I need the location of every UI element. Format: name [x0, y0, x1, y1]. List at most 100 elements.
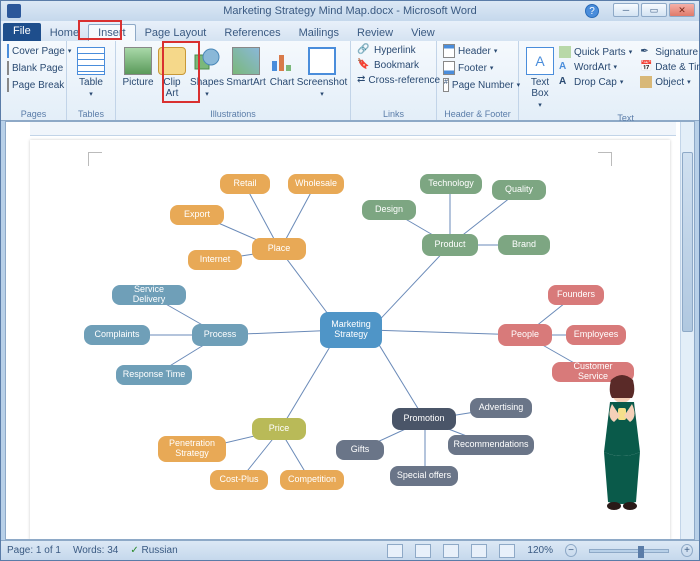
footer-button[interactable]: Footer ▾	[441, 60, 514, 76]
shapes-button[interactable]: Shapes ▾	[188, 43, 226, 101]
object-button[interactable]: Object ▾	[638, 75, 700, 89]
group-header-footer: Header ▾ Footer ▾ #Page Number ▾ Header …	[437, 41, 519, 120]
datetime-button[interactable]: 📅Date & Time	[638, 60, 700, 74]
view-fullscreen-button[interactable]	[415, 544, 431, 558]
picture-button[interactable]: Picture	[120, 43, 156, 101]
node-center[interactable]: Marketing Strategy	[320, 312, 382, 348]
node-wholesale[interactable]: Wholesale	[288, 174, 344, 194]
group-text: AText Box▾ Quick Parts ▾ AWordArt ▾ ADro…	[519, 41, 700, 120]
status-words[interactable]: Words: 34	[73, 545, 118, 556]
tab-references[interactable]: References	[215, 25, 289, 41]
node-design[interactable]: Design	[362, 200, 416, 220]
node-process[interactable]: Process	[192, 324, 248, 346]
textbox-button[interactable]: AText Box▾	[523, 43, 557, 112]
blank-page-button[interactable]: Blank Page	[5, 60, 62, 76]
wordart-icon: A	[559, 61, 571, 73]
page-icon	[7, 61, 9, 75]
group-tables: Table▾ Tables	[67, 41, 116, 120]
zoom-out-button[interactable]: −	[565, 544, 577, 557]
close-button[interactable]: ✕	[669, 3, 695, 17]
chart-button[interactable]: Chart	[266, 43, 298, 101]
pagenum-icon: #	[443, 78, 449, 92]
page-break-button[interactable]: Page Break	[5, 77, 62, 93]
sigline-button[interactable]: ✒Signature Line ▾	[638, 45, 700, 59]
scrollbar-thumb[interactable]	[682, 152, 693, 332]
bookmark-button[interactable]: 🔖Bookmark	[355, 58, 432, 72]
cover-page-button[interactable]: Cover Page ▾	[5, 43, 62, 59]
view-web-button[interactable]	[443, 544, 459, 558]
smartart-button[interactable]: SmartArt	[226, 43, 266, 101]
node-tech[interactable]: Technology	[420, 174, 482, 194]
hyperlink-button[interactable]: 🔗Hyperlink	[355, 43, 432, 57]
header-button[interactable]: Header ▾	[441, 43, 514, 59]
node-costplus[interactable]: Cost-Plus	[210, 470, 268, 490]
table-icon	[77, 47, 105, 75]
page-icon	[7, 44, 9, 58]
document-page[interactable]: Marketing Strategy Place Export Retail W…	[30, 140, 670, 540]
tab-pagelayout[interactable]: Page Layout	[136, 25, 216, 41]
break-icon	[7, 78, 9, 92]
view-draft-button[interactable]	[499, 544, 515, 558]
shapes-icon	[193, 47, 221, 75]
tab-file[interactable]: File	[3, 23, 41, 41]
pagenumber-button[interactable]: #Page Number ▾	[441, 77, 514, 93]
zoom-thumb[interactable]	[638, 546, 644, 558]
node-special[interactable]: Special offers	[390, 466, 458, 486]
node-brand[interactable]: Brand	[498, 235, 550, 255]
wordart-button[interactable]: AWordArt ▾	[557, 60, 634, 74]
view-outline-button[interactable]	[471, 544, 487, 558]
table-button[interactable]: Table▾	[71, 43, 111, 101]
minimize-button[interactable]: ─	[613, 3, 639, 17]
node-advertising[interactable]: Advertising	[470, 398, 532, 418]
quickparts-button[interactable]: Quick Parts ▾	[557, 45, 634, 59]
status-lang[interactable]: ✓ Russian	[130, 545, 177, 556]
vertical-scrollbar[interactable]	[680, 122, 694, 539]
node-employees[interactable]: Employees	[566, 325, 626, 345]
zoom-in-button[interactable]: +	[681, 544, 693, 557]
node-price[interactable]: Price	[252, 418, 306, 440]
crossref-button[interactable]: ⇄Cross-reference	[355, 73, 432, 87]
maximize-button[interactable]: ▭	[641, 3, 667, 17]
status-zoom[interactable]: 120%	[527, 545, 553, 556]
node-recommend[interactable]: Recommendations	[448, 435, 534, 455]
node-penstrat[interactable]: Penetration Strategy	[158, 436, 226, 462]
tab-view[interactable]: View	[402, 25, 444, 41]
node-product[interactable]: Product	[422, 234, 478, 256]
node-servicedel[interactable]: Service Delivery	[112, 285, 186, 305]
node-export[interactable]: Export	[170, 205, 224, 225]
clipart-woman[interactable]	[592, 372, 652, 512]
header-icon	[443, 44, 455, 58]
node-retail[interactable]: Retail	[220, 174, 270, 194]
node-promotion[interactable]: Promotion	[392, 408, 456, 430]
dropcap-button[interactable]: ADrop Cap ▾	[557, 75, 634, 89]
ribbon: Cover Page ▾ Blank Page Page Break Pages…	[1, 41, 699, 121]
node-gifts[interactable]: Gifts	[336, 440, 384, 460]
node-founders[interactable]: Founders	[548, 285, 604, 305]
ribbon-tabs: File Home Insert Page Layout References …	[1, 21, 699, 41]
node-people[interactable]: People	[498, 324, 552, 346]
tab-home[interactable]: Home	[41, 25, 88, 41]
crossref-icon: ⇄	[357, 74, 365, 86]
status-page[interactable]: Page: 1 of 1	[7, 545, 61, 556]
view-print-button[interactable]	[387, 544, 403, 558]
help-icon[interactable]: ?	[585, 4, 599, 18]
dropcap-icon: A	[559, 76, 571, 88]
node-competition[interactable]: Competition	[280, 470, 344, 490]
node-internet[interactable]: Internet	[188, 250, 242, 270]
zoom-slider[interactable]	[589, 549, 669, 553]
screenshot-button[interactable]: Screenshot▾	[298, 43, 346, 101]
node-complaints[interactable]: Complaints	[84, 325, 150, 345]
bookmark-icon: 🔖	[357, 59, 371, 71]
footer-icon	[443, 61, 455, 75]
node-quality[interactable]: Quality	[492, 180, 546, 200]
tab-mailings[interactable]: Mailings	[290, 25, 348, 41]
clipart-button[interactable]: Clip Art	[156, 43, 188, 101]
smartart-icon	[232, 47, 260, 75]
document-canvas[interactable]: Marketing Strategy Place Export Retail W…	[5, 121, 695, 540]
link-icon: 🔗	[357, 44, 371, 56]
tab-insert[interactable]: Insert	[88, 24, 136, 41]
node-place[interactable]: Place	[252, 238, 306, 260]
ruler[interactable]	[30, 122, 676, 136]
node-resptime[interactable]: Response Time	[116, 365, 192, 385]
tab-review[interactable]: Review	[348, 25, 402, 41]
